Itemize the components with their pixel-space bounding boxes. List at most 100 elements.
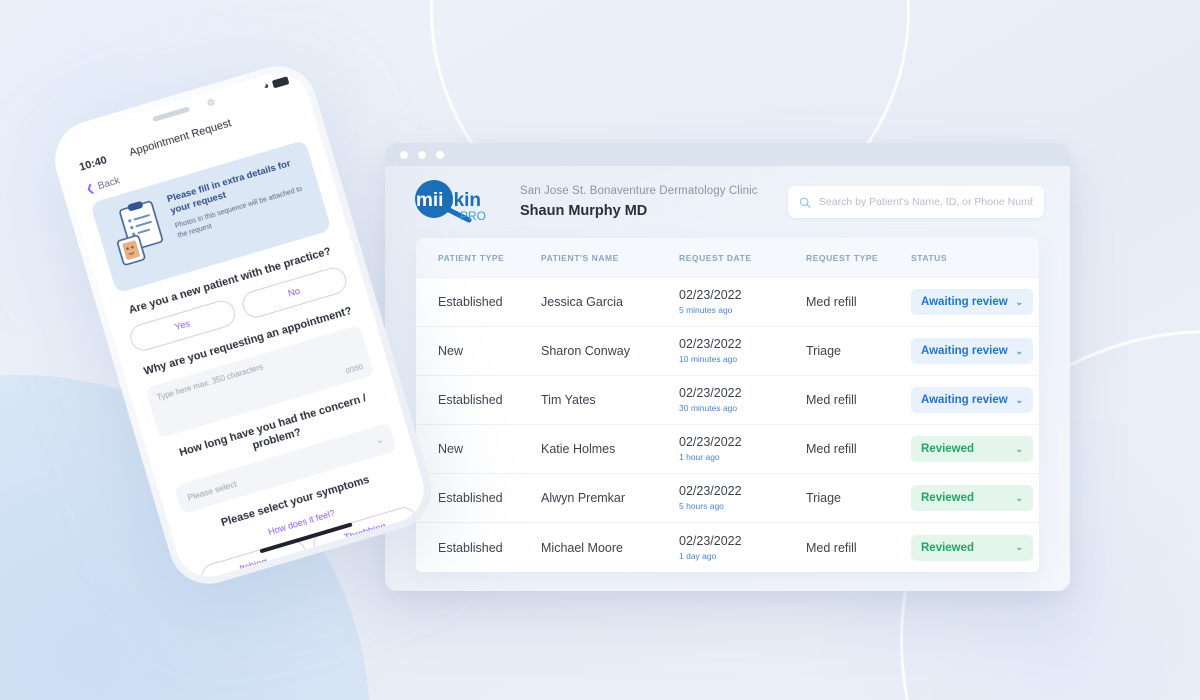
table-body: Established Jessica Garcia 02/23/2022 5 min… [416,278,1039,572]
app-header: mii skin PRO San Jose St. Bonaventure De… [385,166,1070,238]
cell-request-type: Triage [806,344,841,358]
table-row[interactable]: New Sharon Conway 02/23/2022 10 minutes ago… [416,327,1039,376]
cell-status: Awaiting review ⌄ [911,289,1039,315]
header-status: STATUS [911,252,948,263]
cell-request-type: Med refill [806,442,857,456]
table-row[interactable]: Established Tim Yates 02/23/2022 30 minutes… [416,376,1039,425]
cell-patient-type: Established [438,540,503,555]
window-minimize-dot[interactable] [418,150,426,159]
phone-app-content: 10:40 Appointment Request ❮ Back Please … [54,65,432,585]
header-patient-type: PATIENT TYPE [438,252,505,263]
request-date-value: 02/23/2022 [679,288,742,302]
cell-patient-name: Tim Yates [541,393,596,407]
chevron-left-icon: ❮ [84,182,96,196]
app-screenshot-scene: mii skin PRO San Jose St. Bonaventure De… [0,0,1200,700]
phone-speaker [152,106,191,123]
table-row[interactable]: Established Alwyn Premkar 02/23/2022 5 hour… [416,474,1039,523]
window-chrome-bar [385,143,1070,166]
chevron-down-icon: ⌄ [1015,296,1023,307]
cell-request-date: 02/23/2022 5 minutes ago [679,288,806,316]
wifi-icon: ◕ [262,79,271,92]
cell-status: Reviewed ⌄ [911,436,1039,462]
svg-text:mii: mii [416,190,443,211]
desktop-window: mii skin PRO San Jose St. Bonaventure De… [385,143,1070,591]
cell-request-date: 02/23/2022 1 day ago [679,534,806,562]
cell-patient-name: Jessica Garcia [541,295,623,309]
status-badge[interactable]: Reviewed ⌄ [911,534,1033,561]
request-date-value: 02/23/2022 [679,435,742,449]
request-date-relative: 30 minutes ago [679,403,738,413]
table-row[interactable]: Established Michael Moore 02/23/2022 1 day … [416,523,1039,572]
phone-mockup: ◕ 10:40 Appointment Request ❮ Back Pleas… [45,56,441,594]
cell-request-type: Med refill [806,295,857,309]
clinic-info: San Jose St. Bonaventure Dermatology Cli… [520,183,758,221]
request-date-relative: 5 minutes ago [679,305,733,315]
table-header-row: PATIENT TYPE PATIENT'S NAME REQUEST DATE… [416,238,1039,278]
cell-patient-type: Established [438,295,503,309]
miiskin-pro-logo: mii skin PRO [411,179,499,225]
cell-patient-type: New [438,442,464,456]
cell-status: Awaiting review ⌄ [911,387,1039,413]
table-row[interactable]: New Katie Holmes 02/23/2022 1 hour ago Med r… [416,425,1039,474]
cell-request-date: 02/23/2022 30 minutes ago [679,386,806,414]
clinic-name: San Jose St. Bonaventure Dermatology Cli… [520,185,758,197]
cell-status: Reviewed ⌄ [911,534,1039,561]
search-icon [799,196,811,208]
search-input[interactable] [818,196,1033,208]
phone-body: ◕ 10:40 Appointment Request ❮ Back Pleas… [45,56,441,594]
back-button-label: Back [96,175,122,193]
status-badge[interactable]: Awaiting review ⌄ [911,338,1033,364]
status-badge[interactable]: Reviewed ⌄ [911,485,1033,511]
status-badge-label: Reviewed [921,443,975,455]
table-row[interactable]: Established Jessica Garcia 02/23/2022 5 min… [416,278,1039,327]
cell-request-date: 02/23/2022 5 hours ago [679,484,806,512]
duration-select-value: Please select [186,478,238,503]
doctor-name: Shaun Murphy MD [520,203,648,219]
chevron-down-icon: ⌄ [1015,542,1023,552]
phone-clock: 10:40 [77,154,109,174]
chevron-down-icon: ⌄ [374,434,385,446]
status-badge-label: Awaiting review [921,394,1008,406]
cell-patient-type: Established [438,491,503,505]
request-date-value: 02/23/2022 [679,386,742,400]
cell-request-date: 02/23/2022 10 minutes ago [679,337,806,365]
status-badge[interactable]: Awaiting review ⌄ [911,289,1033,315]
request-date-relative: 1 day ago [679,550,717,561]
window-maximize-dot[interactable] [436,150,444,159]
header-patient-name: PATIENT'S NAME [541,252,619,263]
status-badge[interactable]: Reviewed ⌄ [911,436,1033,462]
magnifier-logo-icon: mii skin PRO [415,180,486,223]
window-close-dot[interactable] [400,150,408,159]
cell-patient-type: Established [438,393,503,407]
chevron-down-icon: ⌄ [1015,345,1023,356]
cell-request-date: 02/23/2022 1 hour ago [679,435,806,463]
request-date-relative: 5 hours ago [679,501,724,511]
status-badge-label: Awaiting review [921,345,1008,357]
phone-camera-icon [206,98,216,107]
status-badge-label: Awaiting review [921,296,1008,308]
cell-request-type: Med refill [806,540,857,555]
status-badge[interactable]: Awaiting review ⌄ [911,387,1033,413]
cell-patient-name: Alwyn Premkar [541,491,626,505]
requests-table: PATIENT TYPE PATIENT'S NAME REQUEST DATE… [416,238,1039,572]
cell-request-type: Triage [806,491,841,505]
info-banner-text: Please fill in extra details for your re… [165,154,317,262]
request-date-relative: 10 minutes ago [679,354,738,364]
cell-status: Reviewed ⌄ [911,485,1039,511]
chevron-down-icon: ⌄ [1015,394,1023,405]
cell-request-type: Med refill [806,393,857,407]
header-request-date: REQUEST DATE [679,252,752,263]
phone-screen: ◕ 10:40 Appointment Request ❮ Back Pleas… [54,65,432,585]
cell-patient-name: Michael Moore [541,540,623,555]
search-bar[interactable] [788,186,1044,218]
cell-patient-type: New [438,344,464,358]
chevron-down-icon: ⌄ [1015,443,1023,454]
cell-patient-name: Katie Holmes [541,442,616,456]
status-badge-label: Reviewed [921,492,975,504]
header-request-type: REQUEST TYPE [806,252,879,263]
status-badge-label: Reviewed [921,541,975,554]
cell-status: Awaiting review ⌄ [911,338,1039,364]
character-counter: 0/350 [345,363,364,376]
svg-text:PRO: PRO [460,209,486,223]
request-date-value: 02/23/2022 [679,533,742,548]
